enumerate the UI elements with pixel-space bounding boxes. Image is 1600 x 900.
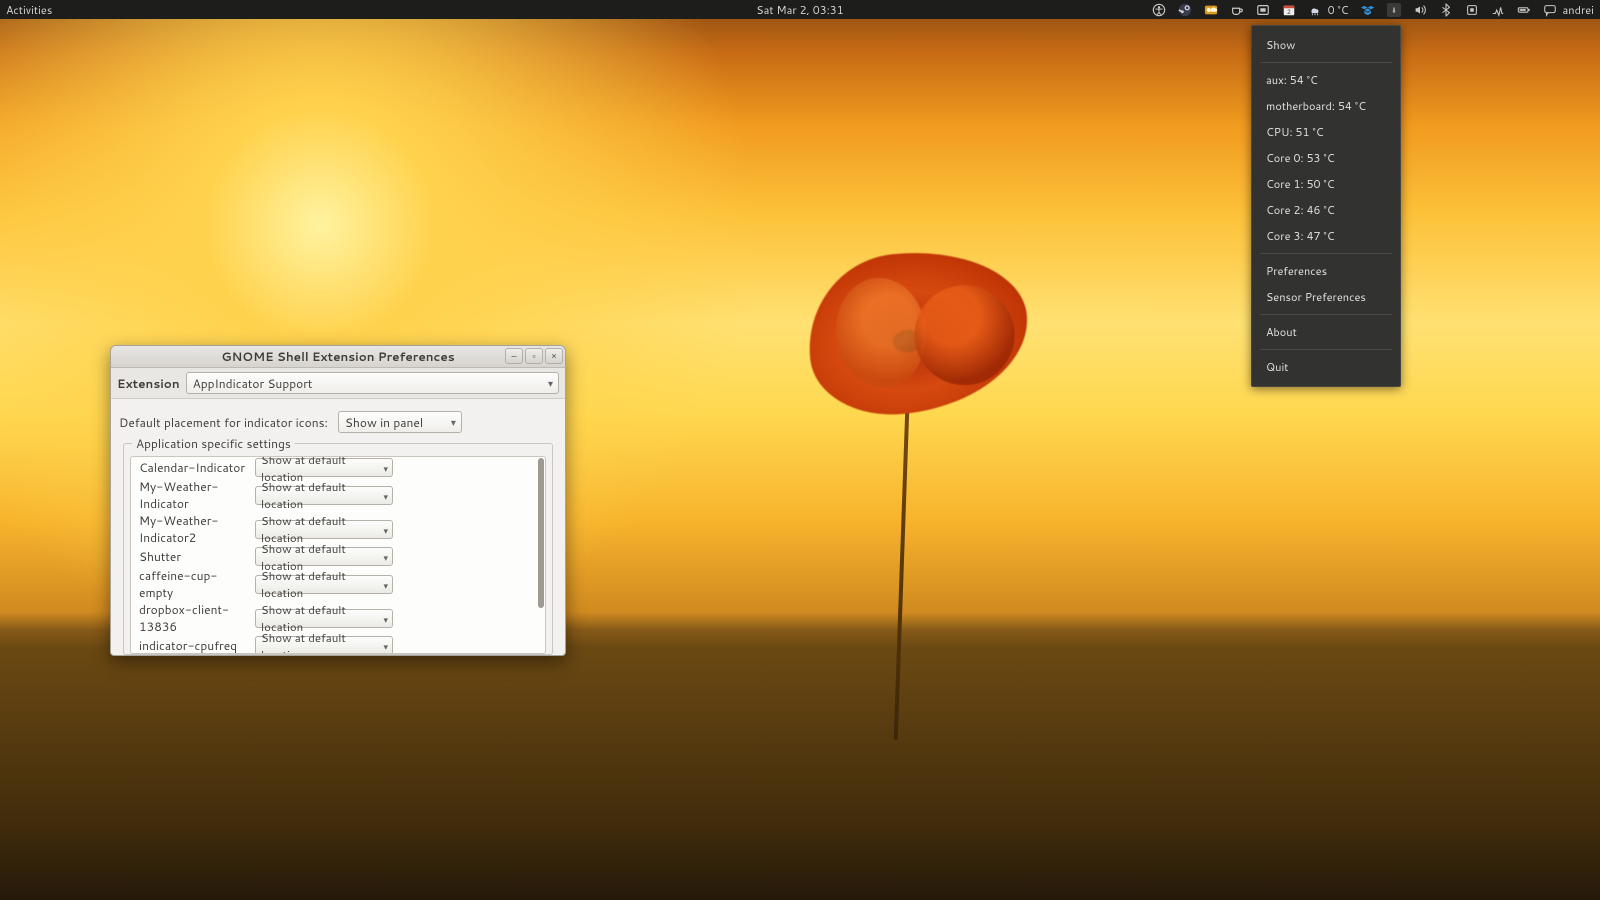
- network-icon[interactable]: [1491, 3, 1505, 17]
- chevron-down-icon: ▾: [383, 462, 388, 475]
- app-settings-table: Calendar-IndicatorShow at default locati…: [131, 457, 545, 654]
- sensor-reading[interactable]: Core 3: 47 °C: [1252, 223, 1400, 249]
- activities-button[interactable]: Activities: [6, 2, 52, 18]
- bluetooth-icon[interactable]: [1439, 3, 1453, 17]
- battery-icon[interactable]: [1517, 3, 1531, 17]
- vertical-scrollbar[interactable]: [538, 458, 544, 652]
- window-minimize-button[interactable]: –: [505, 348, 523, 364]
- app-placement-dropdown[interactable]: Show at default location▾: [255, 575, 393, 594]
- extension-label: Extension: [115, 375, 180, 392]
- extension-preferences-window: GNOME Shell Extension Preferences – ▫ × …: [110, 345, 566, 656]
- window-titlebar[interactable]: GNOME Shell Extension Preferences – ▫ ×: [111, 346, 565, 368]
- user-available-icon: [1543, 3, 1557, 17]
- app-name-cell: dropbox-client-13836: [131, 601, 251, 635]
- chevron-down-icon: ▾: [548, 377, 553, 391]
- scrollbar-thumb[interactable]: [538, 458, 544, 608]
- sensor-reading[interactable]: Core 1: 50 °C: [1252, 171, 1400, 197]
- table-row: indicator-cpufreqShow at default locatio…: [131, 635, 545, 654]
- table-row: Calendar-IndicatorShow at default locati…: [131, 457, 545, 478]
- menu-item-sensor-preferences[interactable]: Sensor Preferences: [1252, 284, 1400, 310]
- sensor-reading[interactable]: CPU: 51 °C: [1252, 119, 1400, 145]
- caffeine-icon[interactable]: [1230, 3, 1244, 17]
- top-bar: Activities Sat Mar 2, 03:31 2 0 °C andre…: [0, 0, 1600, 19]
- system-tray: 2 0 °C andrei: [1152, 2, 1594, 18]
- extension-selector-value: AppIndicator Support: [193, 375, 313, 392]
- menu-item-about[interactable]: About: [1252, 319, 1400, 345]
- app-name-cell: indicator-cpufreq: [131, 635, 251, 654]
- table-row: caffeine-cup-emptyShow at default locati…: [131, 567, 545, 601]
- app-placement-value: Show at default location: [261, 567, 374, 601]
- svg-text:2: 2: [1287, 8, 1291, 15]
- app-list-scrollarea: Calendar-IndicatorShow at default locati…: [130, 456, 546, 654]
- weather-temp-indicator[interactable]: 0 °C: [1308, 2, 1349, 18]
- app-placement-dropdown[interactable]: Show at default location▾: [255, 520, 393, 539]
- sensor-reading[interactable]: Core 0: 53 °C: [1252, 145, 1400, 171]
- weather-icon: [1308, 3, 1322, 17]
- app-specific-group-label: Application specific settings: [132, 435, 295, 452]
- default-placement-value: Show in panel: [345, 414, 423, 431]
- app-name-cell: caffeine-cup-empty: [131, 567, 251, 601]
- cpufreq-icon[interactable]: [1465, 3, 1479, 17]
- app-name-cell: Calendar-Indicator: [131, 457, 251, 478]
- shutter-icon[interactable]: [1256, 3, 1270, 17]
- menu-separator: [1260, 253, 1392, 254]
- menu-item-show[interactable]: Show: [1252, 32, 1400, 58]
- app-placement-value: Show at default location: [261, 629, 374, 655]
- table-row: My-Weather-IndicatorShow at default loca…: [131, 478, 545, 512]
- app-placement-dropdown[interactable]: Show at default location▾: [255, 486, 393, 505]
- chevron-down-icon: ▾: [383, 640, 388, 653]
- app-placement-dropdown[interactable]: Show at default location▾: [255, 547, 393, 566]
- chevron-down-icon: ▾: [383, 490, 388, 503]
- app-placement-value: Show at default location: [261, 478, 374, 512]
- chevron-down-icon: ▾: [383, 613, 388, 626]
- user-name-label: andrei: [1563, 2, 1594, 18]
- chevron-down-icon: ▾: [383, 524, 388, 537]
- menu-separator: [1260, 349, 1392, 350]
- psensor-popup-menu: Show aux: 54 °C motherboard: 54 °C CPU: …: [1251, 25, 1401, 387]
- sensor-reading[interactable]: aux: 54 °C: [1252, 67, 1400, 93]
- chevron-down-icon: ▾: [383, 579, 388, 592]
- table-row: ShutterShow at default location▾: [131, 546, 545, 567]
- app-name-cell: Shutter: [131, 546, 251, 567]
- dropbox-icon[interactable]: [1361, 3, 1375, 17]
- app-placement-dropdown[interactable]: Show at default location▾: [255, 636, 393, 654]
- clock[interactable]: Sat Mar 2, 03:31: [756, 2, 843, 18]
- menu-separator: [1260, 314, 1392, 315]
- menu-separator: [1260, 62, 1392, 63]
- app-name-cell: My-Weather-Indicator: [131, 478, 251, 512]
- app-name-cell: My-Weather-Indicator2: [131, 512, 251, 546]
- calendar-indicator-icon[interactable]: 2: [1282, 3, 1296, 17]
- weather-temp-label: 0 °C: [1328, 2, 1349, 18]
- menu-item-quit[interactable]: Quit: [1252, 354, 1400, 380]
- app-placement-dropdown[interactable]: Show at default location▾: [255, 458, 393, 477]
- app-placement-dropdown[interactable]: Show at default location▾: [255, 609, 393, 628]
- window-maximize-button[interactable]: ▫: [525, 348, 543, 364]
- sensor-reading[interactable]: Core 2: 46 °C: [1252, 197, 1400, 223]
- psensor-temp-icon[interactable]: [1387, 3, 1401, 17]
- weather-indicator-icon[interactable]: [1204, 3, 1218, 17]
- chevron-down-icon: ▾: [383, 551, 388, 564]
- user-menu[interactable]: andrei: [1543, 2, 1594, 18]
- volume-icon[interactable]: [1413, 3, 1427, 17]
- app-specific-group: Application specific settings Calendar-I…: [123, 443, 553, 655]
- sensor-reading[interactable]: motherboard: 54 °C: [1252, 93, 1400, 119]
- extension-selector[interactable]: AppIndicator Support ▾: [186, 372, 559, 394]
- menu-item-preferences[interactable]: Preferences: [1252, 258, 1400, 284]
- default-placement-label: Default placement for indicator icons:: [119, 414, 328, 431]
- default-placement-dropdown[interactable]: Show in panel ▾: [338, 411, 462, 433]
- steam-icon[interactable]: [1178, 3, 1192, 17]
- window-close-button[interactable]: ×: [545, 348, 563, 364]
- chevron-down-icon: ▾: [451, 416, 456, 430]
- accessibility-icon[interactable]: [1152, 3, 1166, 17]
- window-title: GNOME Shell Extension Preferences: [111, 348, 565, 365]
